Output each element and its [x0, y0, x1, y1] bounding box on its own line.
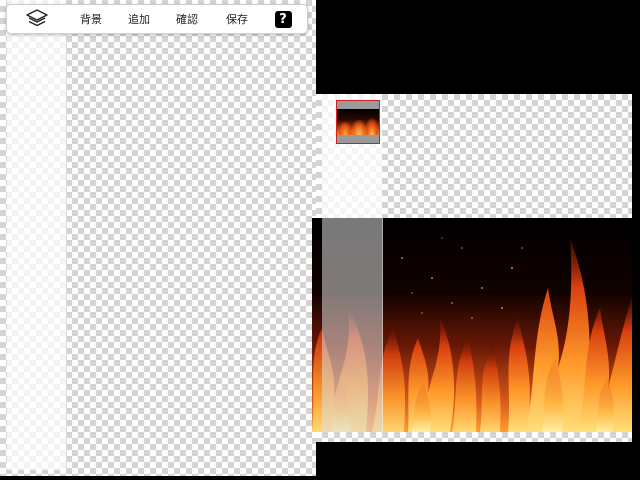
- layers-icon: [26, 8, 48, 30]
- canvas-bottom-edge: [316, 432, 632, 442]
- preview-pane: [312, 94, 632, 442]
- background-button[interactable]: 背景: [71, 5, 111, 33]
- editor-canvas[interactable]: 背景 追加 確認 保存 ?: [0, 0, 316, 476]
- thumbnail-column: [322, 94, 382, 218]
- layer-thumbnail[interactable]: [336, 100, 380, 144]
- help-button[interactable]: ?: [271, 5, 295, 33]
- fire-thumbnail: [337, 109, 379, 135]
- selection-overlay: [322, 218, 383, 440]
- confirm-button[interactable]: 確認: [167, 5, 207, 33]
- help-icon: ?: [274, 10, 292, 28]
- layers-button[interactable]: [21, 5, 53, 33]
- layer-sidebar: [7, 0, 67, 470]
- add-button[interactable]: 追加: [119, 5, 159, 33]
- toolbar: 背景 追加 確認 保存 ?: [6, 4, 308, 34]
- save-button[interactable]: 保存: [217, 5, 257, 33]
